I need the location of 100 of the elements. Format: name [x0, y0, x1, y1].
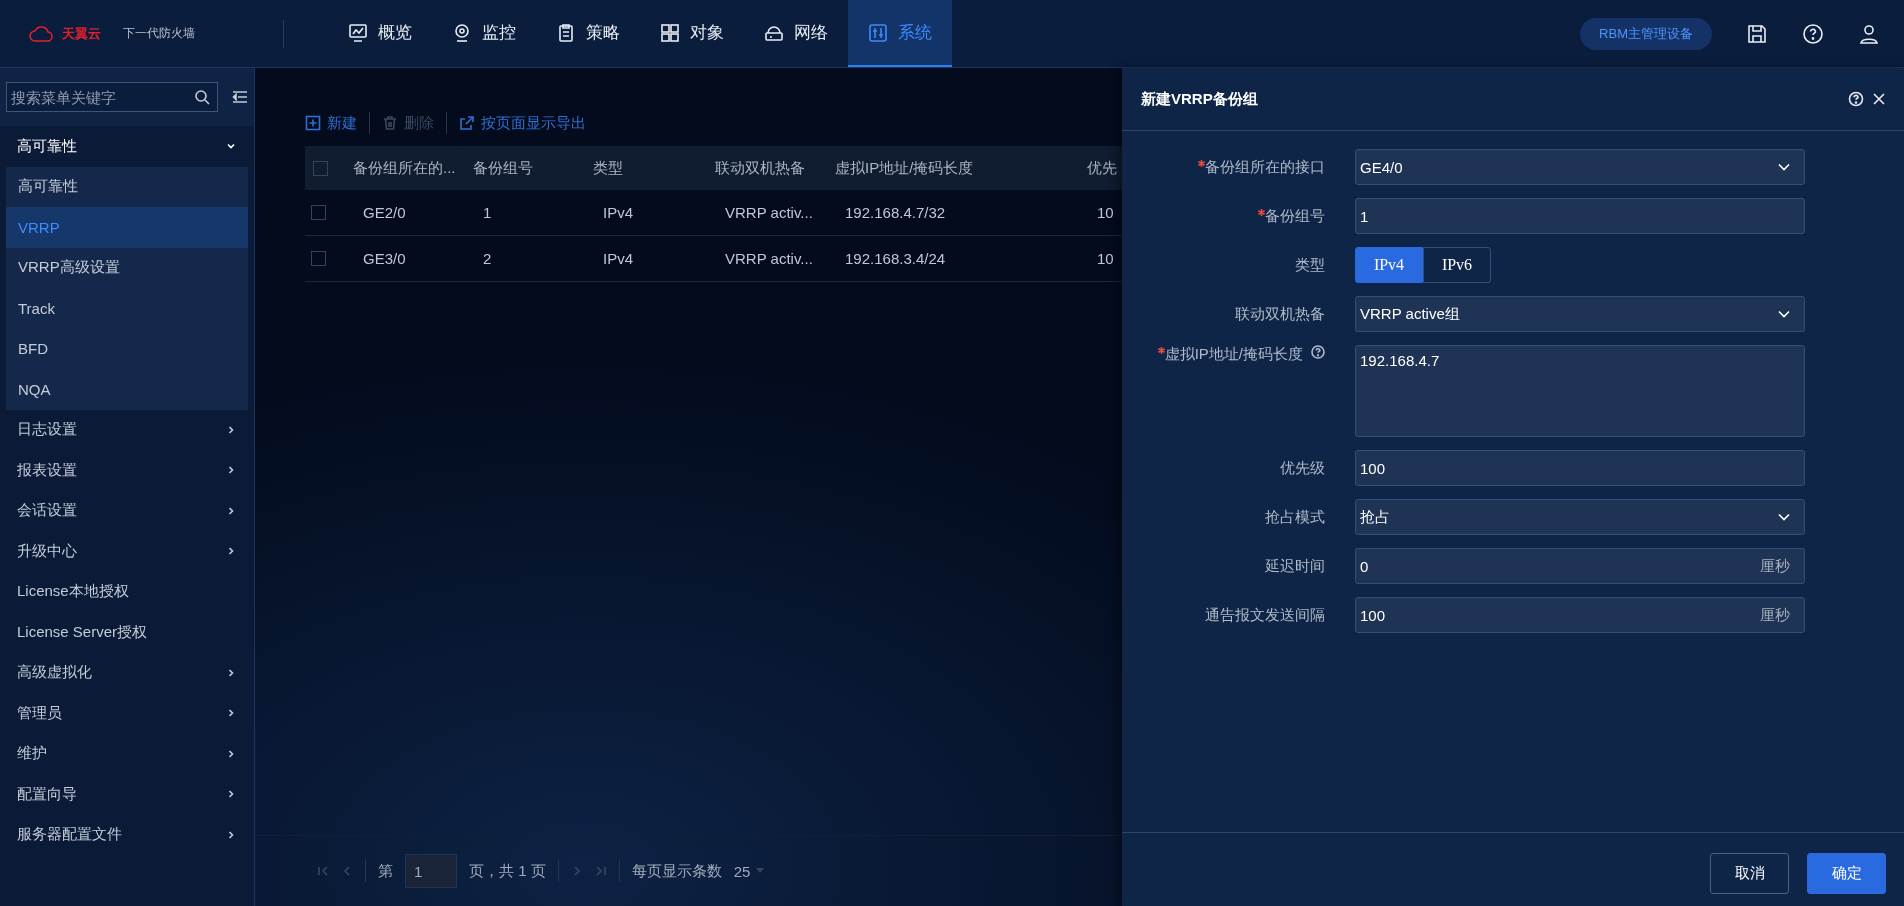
- cloud-logo-icon: [28, 24, 56, 43]
- page-total: 页，共 1 页: [469, 861, 546, 881]
- field-label: 类型: [1295, 255, 1325, 275]
- webcam-icon: [452, 22, 472, 43]
- dialog-title: 新建VRRP备份组: [1141, 89, 1259, 109]
- field-label: 虚拟IP地址/掩码长度: [1157, 345, 1303, 364]
- menu-item[interactable]: 日志设置: [0, 409, 254, 450]
- close-icon[interactable]: [1872, 92, 1886, 106]
- field-label: 备份组号: [1258, 206, 1325, 226]
- dropdown-field[interactable]: GE4/0: [1355, 149, 1805, 185]
- logo-text: 天翼云: [62, 24, 101, 43]
- required-asterisk-icon: [1157, 347, 1165, 354]
- table-cell: 192.168.4.7/32: [845, 204, 946, 221]
- checkbox[interactable]: [311, 205, 326, 220]
- chevron-down-icon: [1778, 513, 1790, 521]
- table-cell: 10: [1097, 204, 1114, 221]
- clipboard-icon: [556, 22, 576, 43]
- plus-square-icon: [305, 115, 321, 131]
- search-field[interactable]: 搜索菜单关键字: [6, 82, 218, 112]
- menu-item[interactable]: 管理员: [0, 693, 254, 734]
- input-field[interactable]: 1: [1355, 198, 1805, 234]
- caret-icon: [756, 868, 765, 874]
- column-header: 虚拟IP地址/掩码长度: [835, 158, 974, 176]
- column-header: 类型: [593, 158, 623, 176]
- nav-tab[interactable]: 系统: [848, 0, 952, 67]
- column-header: 联动双机热备: [715, 158, 805, 176]
- table-cell: 10: [1097, 250, 1114, 267]
- unit-label: 厘秒: [1760, 556, 1790, 576]
- cancel-button[interactable]: 取消: [1710, 853, 1789, 894]
- help-icon[interactable]: [1848, 91, 1864, 107]
- menu-item[interactable]: Track: [6, 288, 248, 329]
- menu-item[interactable]: BFD: [6, 328, 248, 369]
- input-field[interactable]: 100: [1355, 450, 1805, 486]
- field-label: 抢占模式: [1265, 507, 1325, 527]
- page-label: 第: [378, 861, 393, 881]
- first-page-icon[interactable]: [317, 865, 329, 877]
- menu-item[interactable]: License Server授权: [0, 612, 254, 653]
- table-cell: 1: [483, 204, 492, 221]
- sliders-icon: [868, 22, 888, 43]
- menu-item[interactable]: 报表设置: [0, 450, 254, 491]
- menu-item[interactable]: License本地授权: [0, 571, 254, 612]
- column-header: 备份组所在的...: [353, 158, 456, 176]
- menu-item[interactable]: NQA: [6, 369, 248, 410]
- menu-item[interactable]: 高可靠性: [0, 126, 254, 167]
- table-cell: 2: [483, 250, 492, 267]
- menu-item[interactable]: 会话设置: [0, 490, 254, 531]
- column-header: 优先: [1087, 158, 1117, 176]
- input-field[interactable]: 100 厘秒: [1355, 597, 1805, 633]
- menu-item[interactable]: VRRP高级设置: [6, 247, 248, 288]
- collapse-menu-icon[interactable]: [232, 90, 248, 104]
- table-cell: 192.168.3.4/24: [845, 250, 946, 267]
- dropdown-field[interactable]: VRRP active组: [1355, 296, 1805, 332]
- table-cell: GE2/0: [363, 204, 406, 221]
- confirm-button[interactable]: 确定: [1807, 853, 1886, 894]
- field-label: 通告报文发送间隔: [1205, 605, 1325, 625]
- segment-tab[interactable]: IPv6: [1423, 247, 1491, 283]
- trash-icon: [382, 115, 398, 131]
- menu-item[interactable]: 高可靠性: [6, 166, 248, 207]
- text-area[interactable]: 192.168.4.7: [1355, 345, 1805, 437]
- last-page-icon[interactable]: [594, 865, 607, 877]
- previous-page-icon[interactable]: [341, 865, 353, 877]
- chevron-down-icon: [1778, 163, 1790, 171]
- grid-icon: [660, 22, 680, 43]
- toolbar-button[interactable]: 新建: [305, 113, 369, 133]
- field-label: 延迟时间: [1265, 556, 1325, 576]
- input-field[interactable]: 0 厘秒: [1355, 548, 1805, 584]
- page-size-select[interactable]: 25: [733, 862, 765, 880]
- export-icon: [459, 115, 475, 131]
- table-cell: VRRP activ...: [725, 204, 813, 221]
- field-label: 联动双机热备: [1235, 304, 1325, 324]
- menu-item[interactable]: VRRP: [6, 207, 248, 248]
- page-number-field[interactable]: 1: [405, 854, 457, 888]
- page-size-label: 每页显示条数: [631, 861, 722, 881]
- search-icon: [194, 89, 210, 105]
- product-name: 下一代防火墙: [123, 25, 195, 42]
- table-cell: VRRP activ...: [725, 250, 813, 267]
- toolbar-button[interactable]: 按页面显示导出: [459, 113, 598, 133]
- nav-tab[interactable]: 网络: [744, 0, 848, 67]
- table-cell: IPv4: [603, 204, 633, 221]
- checkbox[interactable]: [313, 160, 328, 176]
- checkbox[interactable]: [311, 251, 326, 266]
- nav-tab[interactable]: 概览: [328, 0, 432, 67]
- menu-item[interactable]: 高级虚拟化: [0, 652, 254, 693]
- nav-tab[interactable]: 策略: [536, 0, 640, 67]
- menu-item[interactable]: 维护: [0, 733, 254, 774]
- monitor-icon: [348, 22, 368, 43]
- segment-tab[interactable]: IPv4: [1355, 247, 1423, 283]
- menu-item[interactable]: 升级中心: [0, 531, 254, 572]
- column-header: 备份组号: [473, 158, 533, 176]
- menu-item[interactable]: 配置向导: [0, 774, 254, 815]
- dropdown-field[interactable]: 抢占: [1355, 499, 1805, 535]
- nav-tab[interactable]: 对象: [640, 0, 744, 67]
- nav-tab[interactable]: 监控: [432, 0, 536, 67]
- field-label: 备份组所在的接口: [1198, 157, 1325, 177]
- table-cell: GE3/0: [363, 250, 406, 267]
- menu-item[interactable]: 服务器配置文件: [0, 814, 254, 855]
- unit-label: 厘秒: [1760, 605, 1790, 625]
- required-asterisk-icon: [1258, 208, 1265, 216]
- field-label: 优先级: [1280, 458, 1325, 478]
- required-asterisk-icon: [1198, 159, 1205, 167]
